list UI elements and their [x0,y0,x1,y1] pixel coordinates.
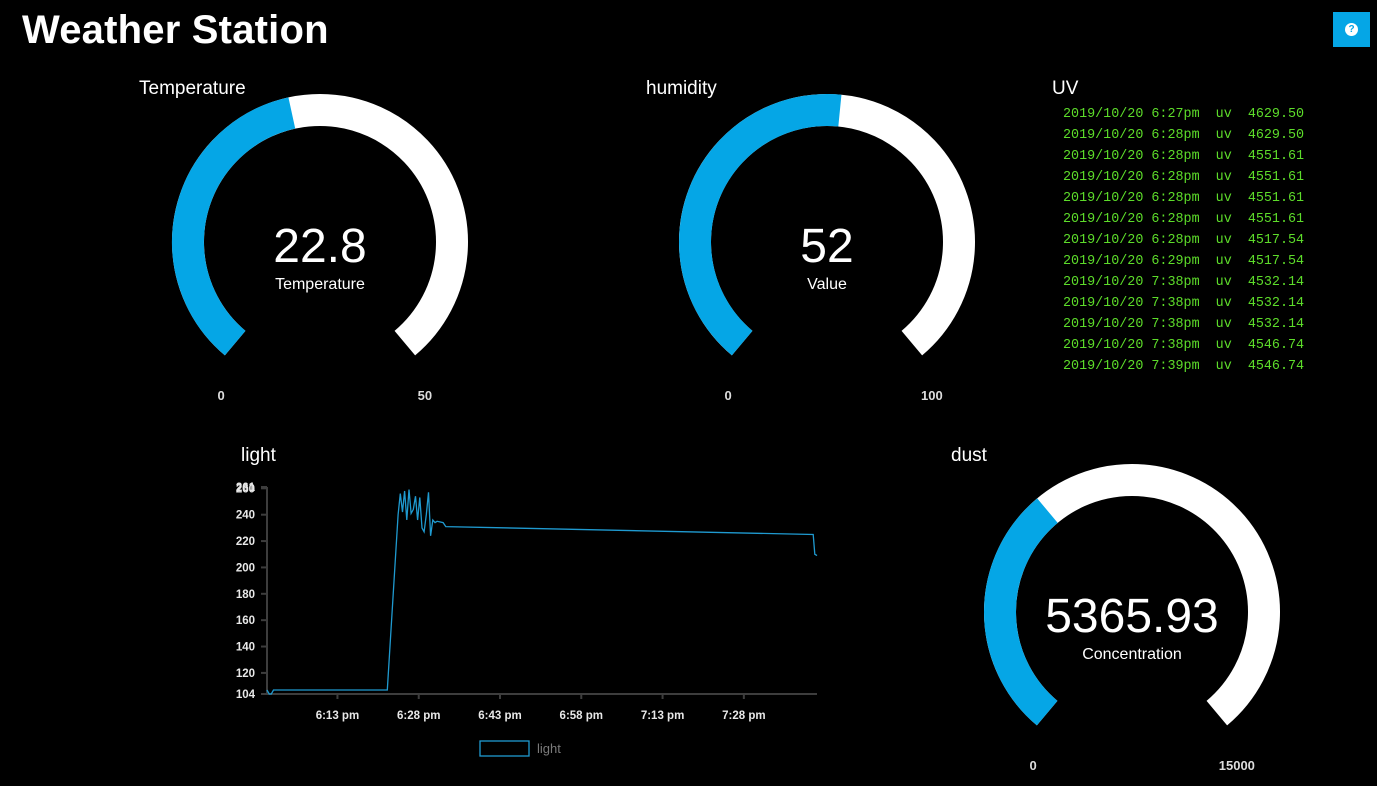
uv-log-line: 2019/10/20 7:39pm uv 4546.74 [1063,359,1305,374]
legend-swatch[interactable] [479,740,530,757]
uv-log-line: 2019/10/20 6:28pm uv 4551.61 [1063,191,1305,206]
uv-log-line: 2019/10/20 6:28pm uv 4551.61 [1063,212,1305,227]
x-tick-label: 6:43 pm [478,710,521,722]
humidity-min-label: 0 [725,388,732,402]
uv-log-line: 2019/10/20 6:29pm uv 4517.54 [1063,254,1305,269]
page-title: Weather Station [22,8,329,52]
x-tick-label: 7:28 pm [722,710,765,722]
light-chart-svg: 1041201401601802002202402602616:13 pm 6:2… [236,482,818,757]
dust-gauge-fill [984,498,1058,726]
uv-log-line: 2019/10/20 6:28pm uv 4551.61 [1063,149,1305,164]
y-tick-label: 160 [236,615,255,627]
uv-log-line: 2019/10/20 6:27pm uv 4629.50 [1063,107,1305,122]
temperature-gauge: 22.8 Temperature 0 50 [140,82,500,402]
y-tick-label: 261 [236,482,256,494]
light-title: light [241,445,276,466]
uv-log-line: 2019/10/20 7:38pm uv 4532.14 [1063,275,1305,290]
y-tick-label: 140 [236,642,255,654]
y-tick-label: 200 [236,562,255,574]
temperature-label: Temperature [275,276,365,293]
uv-log-line: 2019/10/20 6:28pm uv 4551.61 [1063,170,1305,185]
uv-title: UV [1052,78,1079,99]
x-tick-label: 6:58 pm [560,710,603,722]
temperature-max-label: 50 [418,388,432,402]
x-tick-label: 6:28 pm [397,710,440,722]
x-tick-label: 6:13 pm [316,710,359,722]
humidity-value: 52 [800,220,853,273]
series-line-light [266,489,818,695]
y-tick-label: 240 [236,510,255,522]
temperature-value: 22.8 [273,220,366,273]
uv-log-line: 2019/10/20 7:38pm uv 4532.14 [1063,317,1305,332]
uv-log: 2019/10/20 6:27pm uv 4629.50 2019/10/20 6… [1063,104,1363,376]
uv-log-line: 2019/10/20 6:28pm uv 4517.54 [1063,233,1305,248]
humidity-label: Value [807,276,847,293]
uv-log-line: 2019/10/20 7:38pm uv 4546.74 [1063,338,1305,353]
y-tick-label: 120 [236,668,255,680]
dust-value: 5365.93 [1045,590,1219,643]
light-chart: 104 120 140 160 180 200 220 240 260 261 6:13 pm 6:2… [225,474,825,771]
temperature-min-label: 0 [218,388,225,402]
y-tick-label: 180 [236,589,255,601]
x-tick-label: 7:13 pm [641,710,684,722]
humidity-max-label: 100 [921,388,943,402]
uv-log-line: 2019/10/20 7:38pm uv 4532.14 [1063,296,1305,311]
dust-min-label: 0 [1030,758,1037,772]
question-icon: ? [1345,23,1358,36]
humidity-gauge: 52 Value 0 100 [647,82,1007,402]
legend-label[interactable]: light [537,741,561,756]
uv-log-line: 2019/10/20 6:28pm uv 4629.50 [1063,128,1305,143]
dust-label: Concentration [1082,646,1182,663]
y-tick-label: 104 [236,689,256,701]
help-button[interactable]: ? [1333,12,1370,47]
dust-gauge: 5365.93 Concentration 0 15000 [952,452,1312,772]
dust-max-label: 15000 [1219,758,1255,772]
y-tick-label: 220 [236,536,255,548]
